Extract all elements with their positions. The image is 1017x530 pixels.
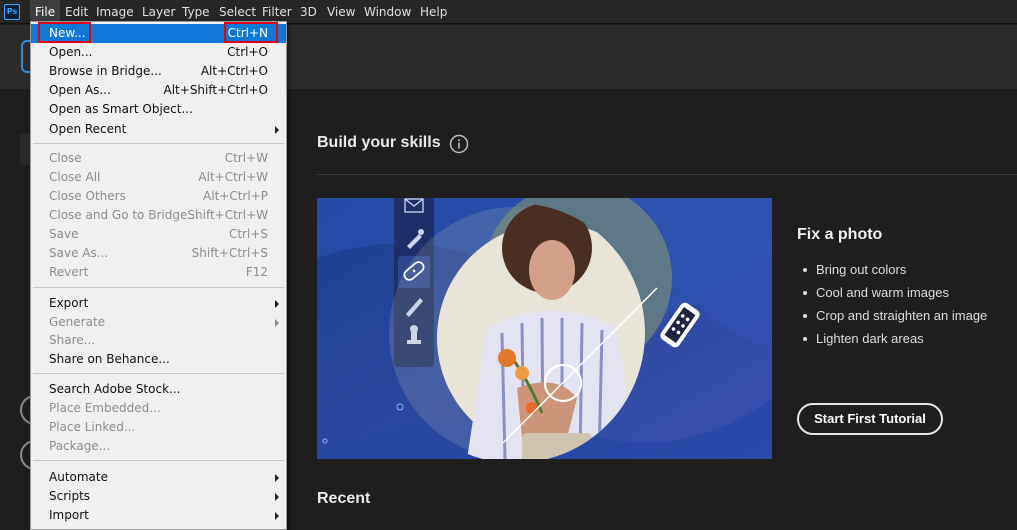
file-menu: New... Ctrl+N Open... Ctrl+O Browse in Bri… [30,21,287,530]
menu-item-open-recent[interactable]: Open Recent [31,120,286,139]
menu-view[interactable]: View [322,0,360,24]
tutorial-title: Fix a photo [797,226,883,243]
bullet-dot [803,337,807,341]
section-divider [317,174,1017,175]
annotation-highlight-new [38,22,91,43]
menu-item-share[interactable]: Share... [31,331,286,350]
info-icon[interactable] [449,134,469,154]
annotation-highlight-shortcut [224,22,278,43]
submenu-arrow-icon [275,493,279,501]
menu-item-close-others[interactable]: Close Others Alt+Ctrl+P [31,187,286,206]
menu-item-place-linked[interactable]: Place Linked... [31,418,286,437]
menu-item-generate[interactable]: Generate [31,313,286,332]
submenu-arrow-icon [275,126,279,134]
menu-item-search-stock[interactable]: Search Adobe Stock... [31,380,286,399]
menu-item-scripts[interactable]: Scripts [31,487,286,506]
tutorial-bullet: Bring out colors [816,262,907,277]
menu-item-package[interactable]: Package... [31,437,286,456]
recent-title: Recent [317,490,371,507]
submenu-arrow-icon [275,319,279,327]
menu-separator [33,287,284,288]
menu-item-import[interactable]: Import [31,506,286,525]
start-tutorial-button[interactable]: Start First Tutorial [797,403,943,435]
menu-3d[interactable]: 3D [295,0,322,24]
menu-item-close-all[interactable]: Close All Alt+Ctrl+W [31,168,286,187]
menu-item-share-behance[interactable]: Share on Behance... [31,350,286,369]
menu-item-revert[interactable]: Revert F12 [31,263,286,282]
tutorial-bullet: Lighten dark areas [816,331,924,346]
app-logo[interactable]: Ps [4,4,20,20]
photoshop-window: Ps File Edit Image Layer Type Select Fil… [0,0,1017,530]
tutorial-bullet: Crop and straighten an image [816,308,988,323]
menu-window[interactable]: Window [359,0,416,24]
tutorial-bullet: Cool and warm images [816,285,949,300]
menu-item-open-smart-object[interactable]: Open as Smart Object... [31,100,286,119]
menu-item-export[interactable]: Export [31,294,286,313]
menu-item-open[interactable]: Open... Ctrl+O [31,43,286,62]
submenu-arrow-icon [275,512,279,520]
menu-item-close[interactable]: Close Ctrl+W [31,149,286,168]
submenu-arrow-icon [275,474,279,482]
menu-item-browse-bridge[interactable]: Browse in Bridge... Alt+Ctrl+O [31,62,286,81]
menu-separator [33,460,284,461]
menu-item-open-as[interactable]: Open As... Alt+Shift+Ctrl+O [31,81,286,100]
menu-item-close-go-bridge[interactable]: Close and Go to Bridge... Shift+Ctrl+W [31,206,286,225]
menu-item-automate[interactable]: Automate [31,468,286,487]
submenu-arrow-icon [275,300,279,308]
menu-item-place-embedded[interactable]: Place Embedded... [31,399,286,418]
menu-help[interactable]: Help [415,0,452,24]
bullet-dot [803,291,807,295]
bullet-dot [803,268,807,272]
menu-separator [33,373,284,374]
tutorial-illustration[interactable] [317,198,772,459]
menu-item-save-as[interactable]: Save As... Shift+Ctrl+S [31,244,286,263]
menu-item-save[interactable]: Save Ctrl+S [31,225,286,244]
bullet-dot [803,314,807,318]
build-skills-title: Build your skills [317,134,441,151]
menu-separator [33,143,284,144]
